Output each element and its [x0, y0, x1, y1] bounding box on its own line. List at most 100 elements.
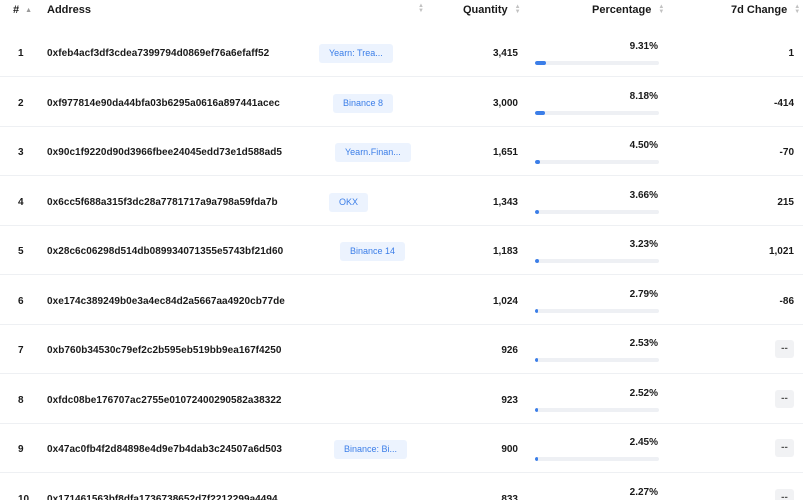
rank-cell: 7	[18, 345, 24, 356]
change-cell: -70	[779, 147, 794, 158]
percentage-cell: 2.45%	[629, 437, 658, 448]
percentage-bar-fill	[535, 110, 545, 115]
address-link[interactable]: 0xe174c389249b0e3a4ec84d2a5667aa4920cb77…	[47, 296, 285, 307]
percentage-cell: 2.27%	[629, 486, 658, 498]
address-link[interactable]: 0x28c6c06298d514db089934071355e5743bf21d…	[47, 246, 283, 257]
quantity-cell: 1,024	[492, 295, 518, 307]
change-empty-badge: --	[775, 340, 794, 358]
table-row[interactable]: 6 0xe174c389249b0e3a4ec84d2a5667aa4920cb7…	[0, 276, 803, 325]
sort-ascending-icon[interactable]: ▲	[25, 7, 32, 14]
table-row[interactable]: 2 0xf977814e90da44bfa03b6295a0616a897441a…	[0, 78, 803, 127]
change-cell: 1,021	[768, 246, 794, 257]
rank-header-label: #	[13, 4, 20, 16]
quantity-cell: 926	[501, 345, 518, 356]
address-tag[interactable]: OKX	[329, 192, 369, 212]
address-header-label: Address	[47, 4, 92, 16]
change-cell: -86	[779, 295, 794, 307]
change-cell: 1	[788, 48, 794, 59]
rank-cell: 2	[18, 97, 24, 109]
address-tag[interactable]: Binance: Bi...	[334, 440, 408, 459]
quantity-cell: 833	[501, 493, 518, 500]
quantity-cell: 1,183	[492, 246, 518, 257]
change-cell: -414	[773, 97, 794, 109]
table-row[interactable]: 1 0xfeb4acf3df3cdea7399794d0869ef76a6efaf…	[0, 28, 803, 77]
percentage-bar	[535, 160, 659, 164]
sort-icon[interactable]: ▲ ▼	[658, 4, 666, 15]
percentage-cell: 2.53%	[629, 338, 658, 349]
percentage-bar-fill	[535, 308, 539, 313]
rank-cell: 4	[18, 196, 24, 208]
table-header: # ▲ Address ▲ ▼ Quantity ▲ ▼ Percentage ▲ ▼…	[0, 0, 803, 22]
address-tag[interactable]: Binance 14	[340, 242, 406, 261]
change-empty-badge: --	[775, 439, 794, 457]
rank-cell: 10	[18, 493, 30, 500]
quantity-header-label: Quantity	[463, 4, 508, 16]
rank-cell: 3	[18, 147, 24, 158]
percentage-bar	[535, 358, 659, 362]
percentage-bar-fill	[535, 407, 538, 412]
percentage-cell: 3.66%	[629, 189, 658, 201]
percentage-bar	[535, 259, 659, 263]
percentage-header[interactable]: Percentage ▲ ▼	[592, 4, 666, 16]
percentage-bar	[535, 407, 659, 412]
percentage-bar	[535, 457, 659, 461]
quantity-cell: 900	[501, 444, 518, 455]
change-header[interactable]: 7d Change ▲ ▼	[731, 4, 802, 16]
change-empty-badge: --	[775, 488, 794, 500]
table-row[interactable]: 4 0x6cc5f688a315f3dc28a7781717a9a798a59fd…	[0, 177, 803, 226]
percentage-cell: 3.23%	[629, 239, 658, 250]
sort-icon[interactable]: ▲ ▼	[418, 3, 426, 14]
rank-cell: 9	[18, 444, 24, 455]
percentage-header-label: Percentage	[592, 4, 652, 16]
percentage-bar	[535, 61, 659, 65]
percentage-bar-fill	[535, 457, 538, 461]
rank-cell: 1	[18, 48, 24, 59]
percentage-bar-fill	[535, 61, 546, 65]
table-row[interactable]: 8 0xfdc08be176707ac2755e01072400290582a38…	[0, 375, 803, 424]
table-row[interactable]: 3 0x90c1f9220d90d3966fbee24045edd73e1d588…	[0, 127, 803, 176]
address-link[interactable]: 0x90c1f9220d90d3966fbee24045edd73e1d588a…	[47, 147, 282, 158]
change-empty-badge: --	[775, 389, 794, 408]
percentage-cell: 2.52%	[629, 387, 658, 399]
address-link[interactable]: 0xb760b34530c79ef2c2b595eb519bb9ea167f42…	[47, 345, 282, 356]
percentage-bar-fill	[535, 259, 539, 263]
percentage-cell: 9.31%	[629, 41, 658, 52]
address-tag[interactable]: Yearn: Trea...	[319, 44, 393, 63]
address-sort[interactable]: ▲ ▼	[411, 3, 426, 14]
change-header-label: 7d Change	[731, 4, 788, 16]
percentage-bar	[535, 308, 659, 313]
address-link[interactable]: 0xfeb4acf3df3cdea7399794d0869ef76a6efaff…	[47, 48, 269, 59]
quantity-cell: 1,651	[492, 147, 518, 158]
address-tag[interactable]: Yearn.Finan...	[335, 143, 411, 162]
quantity-cell: 1,343	[492, 196, 518, 208]
quantity-header[interactable]: Quantity ▲ ▼	[463, 4, 523, 16]
table-row[interactable]: 9 0x47ac0fb4f2d84898e4d9e7b4dab3c24507a6d…	[0, 424, 803, 473]
percentage-bar	[535, 110, 659, 115]
table-row[interactable]: 10 0x171461563bf8dfa1736738652d7f2212299a…	[0, 474, 803, 500]
address-tag[interactable]: Binance 8	[333, 93, 394, 113]
percentage-cell: 4.50%	[629, 140, 658, 151]
sort-icon[interactable]: ▲ ▼	[515, 4, 523, 15]
address-link[interactable]: 0xfdc08be176707ac2755e01072400290582a383…	[47, 395, 282, 406]
percentage-bar-fill	[535, 358, 538, 362]
sort-icon[interactable]: ▲ ▼	[794, 4, 802, 15]
quantity-cell: 923	[501, 394, 518, 406]
percentage-cell: 2.79%	[629, 288, 658, 300]
address-header: Address	[47, 4, 91, 16]
quantity-cell: 3,415	[492, 48, 518, 59]
table-row[interactable]: 5 0x28c6c06298d514db089934071355e5743bf21…	[0, 226, 803, 275]
rank-cell: 5	[18, 246, 24, 257]
table-row[interactable]: 7 0xb760b34530c79ef2c2b595eb519bb9ea167f4…	[0, 325, 803, 374]
percentage-bar-fill	[535, 160, 541, 164]
rank-cell: 8	[18, 394, 24, 406]
change-cell: 215	[777, 196, 794, 208]
address-link[interactable]: 0x171461563bf8dfa1736738652d7f2212299a44…	[47, 494, 278, 500]
address-link[interactable]: 0x47ac0fb4f2d84898e4d9e7b4dab3c24507a6d5…	[47, 444, 282, 455]
percentage-cell: 8.18%	[629, 90, 658, 102]
address-link[interactable]: 0x6cc5f688a315f3dc28a7781717a9a798a59fda…	[47, 197, 278, 208]
rank-cell: 6	[18, 295, 24, 307]
percentage-bar	[535, 209, 659, 214]
percentage-bar-fill	[535, 209, 540, 214]
address-link[interactable]: 0xf977814e90da44bfa03b6295a0616a897441ac…	[47, 98, 280, 109]
rank-header[interactable]: # ▲	[13, 4, 32, 16]
